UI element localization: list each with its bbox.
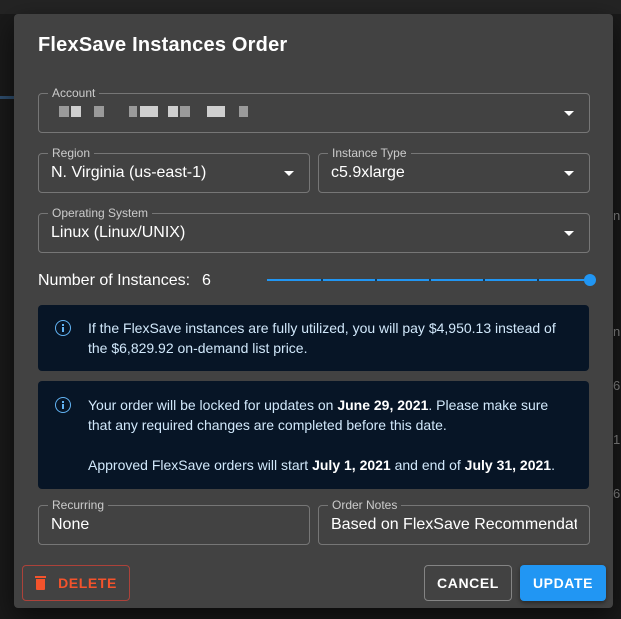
schedule-line-3: Approved FlexSave orders will start July… — [88, 457, 555, 473]
order-notes-label: Order Notes — [328, 498, 402, 512]
update-button[interactable]: Update — [520, 565, 606, 601]
slider-tick — [483, 279, 485, 281]
background-text: n — [613, 208, 621, 223]
region-select[interactable]: Region N. Virginia (us-east-1) — [38, 146, 310, 193]
chevron-down-icon — [564, 231, 574, 236]
background-text: 1 — [613, 432, 621, 447]
start-date: July 1, 2021 — [312, 457, 391, 473]
schedule-info-alert: Your order will be locked for updates on… — [38, 381, 589, 489]
chevron-down-icon — [564, 171, 574, 176]
chevron-down-icon — [564, 111, 574, 116]
account-select[interactable]: Account — [38, 86, 590, 133]
recurring-value: None — [51, 516, 90, 533]
trash-icon — [35, 576, 47, 590]
pricing-info-alert: If the FlexSave instances are fully util… — [38, 305, 589, 371]
pricing-line-2: the $6,829.92 on-demand list price. — [88, 340, 308, 356]
schedule-line-2: that any required changes are completed … — [88, 417, 447, 433]
region-value: N. Virginia (us-east-1) — [51, 164, 207, 181]
operating-system-select[interactable]: Operating System Linux (Linux/UNIX) — [38, 206, 590, 253]
instances-value: 6 — [202, 272, 211, 289]
flexsave-order-dialog: FlexSave Instances Order Account Region … — [14, 14, 613, 608]
account-label: Account — [48, 86, 100, 100]
delete-button-label: Delete — [58, 575, 117, 591]
slider-tick — [321, 279, 323, 281]
info-icon — [55, 397, 71, 413]
lock-date: June 29, 2021 — [337, 397, 429, 413]
background-text: 6 — [613, 486, 621, 501]
instance-type-label: Instance Type — [328, 146, 411, 160]
update-button-label: Update — [532, 575, 594, 591]
info-icon — [55, 320, 71, 336]
instances-slider-thumb[interactable] — [584, 274, 596, 286]
dialog-title: FlexSave Instances Order — [38, 34, 288, 56]
recurring-label: Recurring — [48, 498, 109, 512]
cancel-button[interactable]: Cancel — [424, 565, 512, 601]
chevron-down-icon — [284, 171, 294, 176]
order-notes-field[interactable]: Order Notes Based on FlexSave Recommenda… — [318, 498, 590, 545]
order-notes-value: Based on FlexSave Recommendati — [331, 516, 577, 533]
background-text: n — [613, 324, 621, 339]
region-label: Region — [48, 146, 95, 160]
schedule-line-1: Your order will be locked for updates on… — [88, 397, 549, 413]
recurring-field[interactable]: Recurring None — [38, 498, 310, 545]
instances-label: Number of Instances: — [38, 272, 191, 289]
operating-system-value: Linux (Linux/UNIX) — [51, 224, 186, 241]
instance-type-value: c5.9xlarge — [331, 164, 405, 181]
slider-tick — [537, 279, 539, 281]
pricing-line-1: If the FlexSave instances are fully util… — [88, 320, 556, 336]
end-date: July 31, 2021 — [464, 457, 552, 473]
slider-tick — [429, 279, 431, 281]
operating-system-label: Operating System — [48, 206, 153, 220]
slider-tick — [375, 279, 377, 281]
cancel-button-label: Cancel — [437, 575, 499, 591]
delete-button[interactable]: Delete — [22, 565, 130, 601]
background-text: 6 — [613, 378, 621, 393]
instance-type-select[interactable]: Instance Type c5.9xlarge — [318, 146, 590, 193]
instances-slider-row: Number of Instances: 6 — [38, 270, 598, 292]
